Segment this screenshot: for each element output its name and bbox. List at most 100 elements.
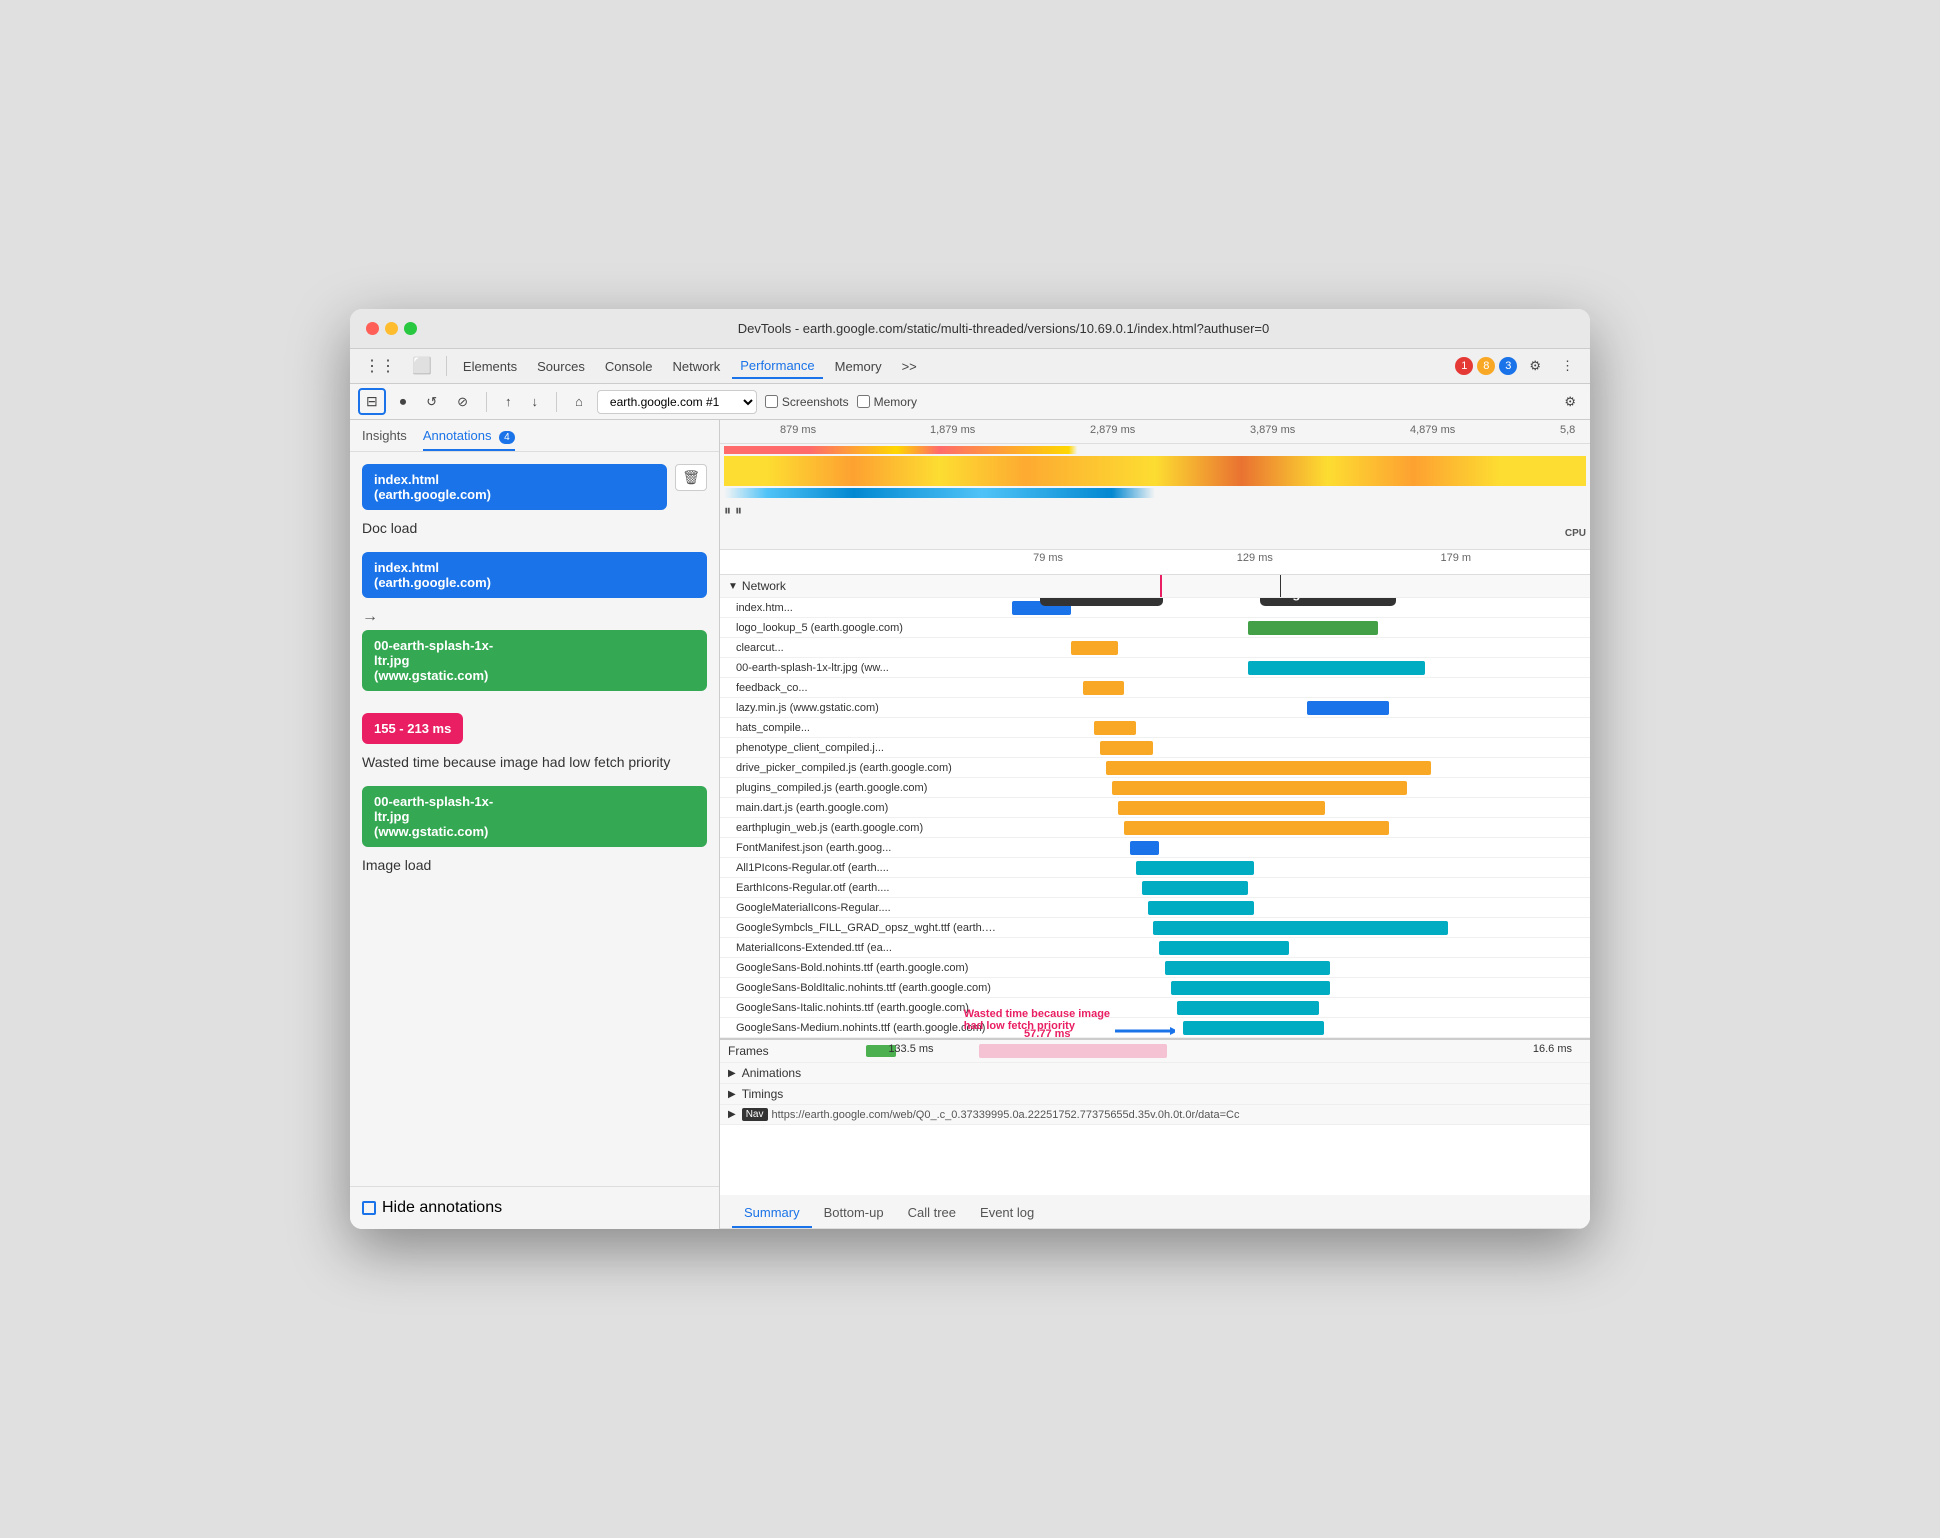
reload-button[interactable]: ↺ [420,391,443,413]
row-bar-container [1000,758,1590,777]
selector-tool-button[interactable]: ⋮⋮ [358,353,402,379]
call-tree-tab[interactable]: Call tree [896,1199,968,1228]
memory-checkbox[interactable] [857,395,870,408]
settings-button[interactable]: ⚙ [1521,354,1549,378]
insights-tab[interactable]: Insights [362,428,407,451]
url-select[interactable]: earth.google.com #1 [597,390,757,414]
table-row: logo_lookup_5 (earth.google.com) [720,618,1590,638]
console-tab[interactable]: Console [597,355,661,378]
traffic-lights [366,322,417,335]
network-label-row: ▼ Network [720,575,1590,598]
annotation-item-2: index.html(earth.google.com) → 00-earth-… [362,552,707,697]
row-label: main.dart.js (earth.google.com) [720,802,1000,814]
summary-tab[interactable]: Summary [732,1199,812,1228]
bottom-tabs: Summary Bottom-up Call tree Event log [720,1195,1590,1229]
frames-ms1: 133.5 ms [888,1043,933,1055]
bottom-rows: Frames 133.5 ms 16.6 ms Wasted time beca… [720,1038,1590,1125]
ms-label-79: 79 ms [1033,552,1063,564]
ruler-ms-1: 879 ms [780,424,816,436]
bottom-up-tab[interactable]: Bottom-up [812,1199,896,1228]
ruler-container: 879 ms 1,879 ms 2,879 ms 3,879 ms 4,879 … [720,420,1590,444]
window-title: DevTools - earth.google.com/static/multi… [433,321,1574,336]
row-bar [1106,761,1431,775]
wasted-blue-arrow [1115,1023,1175,1042]
row-bar [1130,841,1160,855]
annotation-tag-3: 155 - 213 ms [362,713,463,744]
frames-row: Frames 133.5 ms 16.6 ms Wasted time beca… [720,1040,1590,1063]
more-options-button[interactable]: ⋮ [1553,354,1582,378]
upload-button[interactable]: ↑ [499,391,518,412]
device-toolbar-button[interactable]: ⬜ [406,353,438,379]
sidebar-toggle-button[interactable]: ⊟ [358,388,386,415]
timeline-header: 879 ms 1,879 ms 2,879 ms 3,879 ms 4,879 … [720,420,1590,550]
sources-tab[interactable]: Sources [529,355,593,378]
pause-button[interactable]: ⏸ [724,502,731,519]
screenshots-checkbox-label: Screenshots [765,395,849,409]
nav-badge: Nav [742,1108,768,1121]
network-tab[interactable]: Network [665,355,729,378]
row-bar-container [1000,718,1590,737]
hide-annotations-row: Hide annotations [350,1186,719,1229]
delete-annotation-1-button[interactable]: 🗑 [675,464,707,491]
left-panel: Insights Annotations 4 index.html(earth.… [350,420,720,1229]
panel-tabs: Insights Annotations 4 [350,420,719,452]
record-button[interactable]: ⏺ [394,391,413,413]
maximize-button[interactable] [404,322,417,335]
main-triangle: ▶ [728,1109,736,1120]
network-section: 79 ms 129 ms 179 m Doc load Image load [720,550,1590,1195]
row-bar-container [1000,678,1590,697]
row-label: phenotype_client_compiled.j... [720,742,1000,754]
animations-label: Animations [742,1066,801,1080]
close-button[interactable] [366,322,379,335]
download-button[interactable]: ↓ [526,391,545,412]
clear-button[interactable]: ⊘ [451,391,474,413]
hide-annotations-label: Hide annotations [382,1199,502,1217]
ruler-ms-3: 2,879 ms [1090,424,1135,436]
play-button[interactable]: ⏸ [735,502,742,519]
row-label: GoogleSans-Medium.nohints.ttf (earth.goo… [720,1022,1000,1034]
nav-url: https://earth.google.com/web/Q0_.c_0.373… [772,1109,1240,1121]
ruler-ms-4: 3,879 ms [1250,424,1295,436]
table-row: phenotype_client_compiled.j... [720,738,1590,758]
memory-tab[interactable]: Memory [827,355,890,378]
ruler-ms-6: 5,8 [1560,424,1575,436]
row-bar-container [1000,778,1590,797]
timings-triangle: ▶ [728,1089,736,1100]
elements-tab[interactable]: Elements [455,355,525,378]
row-bar-container [1000,698,1590,717]
row-label: GoogleMaterialIcons-Regular.... [720,902,1000,914]
annotation-item-1: index.html(earth.google.com) 🗑 Doc load [362,464,707,536]
ms-label-129: 129 ms [1237,552,1273,564]
main-content: Insights Annotations 4 index.html(earth.… [350,420,1590,1229]
row-bar [1177,1001,1319,1015]
screenshots-checkbox[interactable] [765,395,778,408]
minimize-button[interactable] [385,322,398,335]
annotations-tab[interactable]: Annotations 4 [423,428,515,451]
row-bar-container [1000,958,1590,977]
row-bar [1142,881,1248,895]
performance-tab[interactable]: Performance [732,354,822,379]
row-bar [1112,781,1407,795]
table-row: hats_compile... [720,718,1590,738]
row-label: logo_lookup_5 (earth.google.com) [720,622,1000,634]
settings-perf-button[interactable]: ⚙ [1558,391,1582,413]
right-panel: 879 ms 1,879 ms 2,879 ms 3,879 ms 4,879 … [720,420,1590,1229]
row-bar-container [1000,838,1590,857]
row-bar [1307,701,1390,715]
more-tabs-button[interactable]: >> [894,355,925,378]
home-button[interactable]: ⌂ [569,391,589,412]
annotation-label-3: Wasted time because image had low fetch … [362,754,707,770]
table-row: drive_picker_compiled.js (earth.google.c… [720,758,1590,778]
annotation-tag-2a: index.html(earth.google.com) [362,552,707,598]
event-log-tab[interactable]: Event log [968,1199,1046,1228]
cpu-overview [724,456,1586,486]
row-bar-container [1000,918,1590,937]
warning-badge: 8 [1477,357,1495,375]
table-row: MaterialIcons-Extended.ttf (ea... [720,938,1590,958]
cpu-label: CPU [1565,528,1586,539]
row-bar-container [1000,638,1590,657]
separator3 [556,392,557,412]
row-bar-container [1000,798,1590,817]
annotation-item-4: 00-earth-splash-1x-ltr.jpg(www.gstatic.c… [362,786,707,873]
hide-annotations-checkbox-border [362,1201,376,1215]
